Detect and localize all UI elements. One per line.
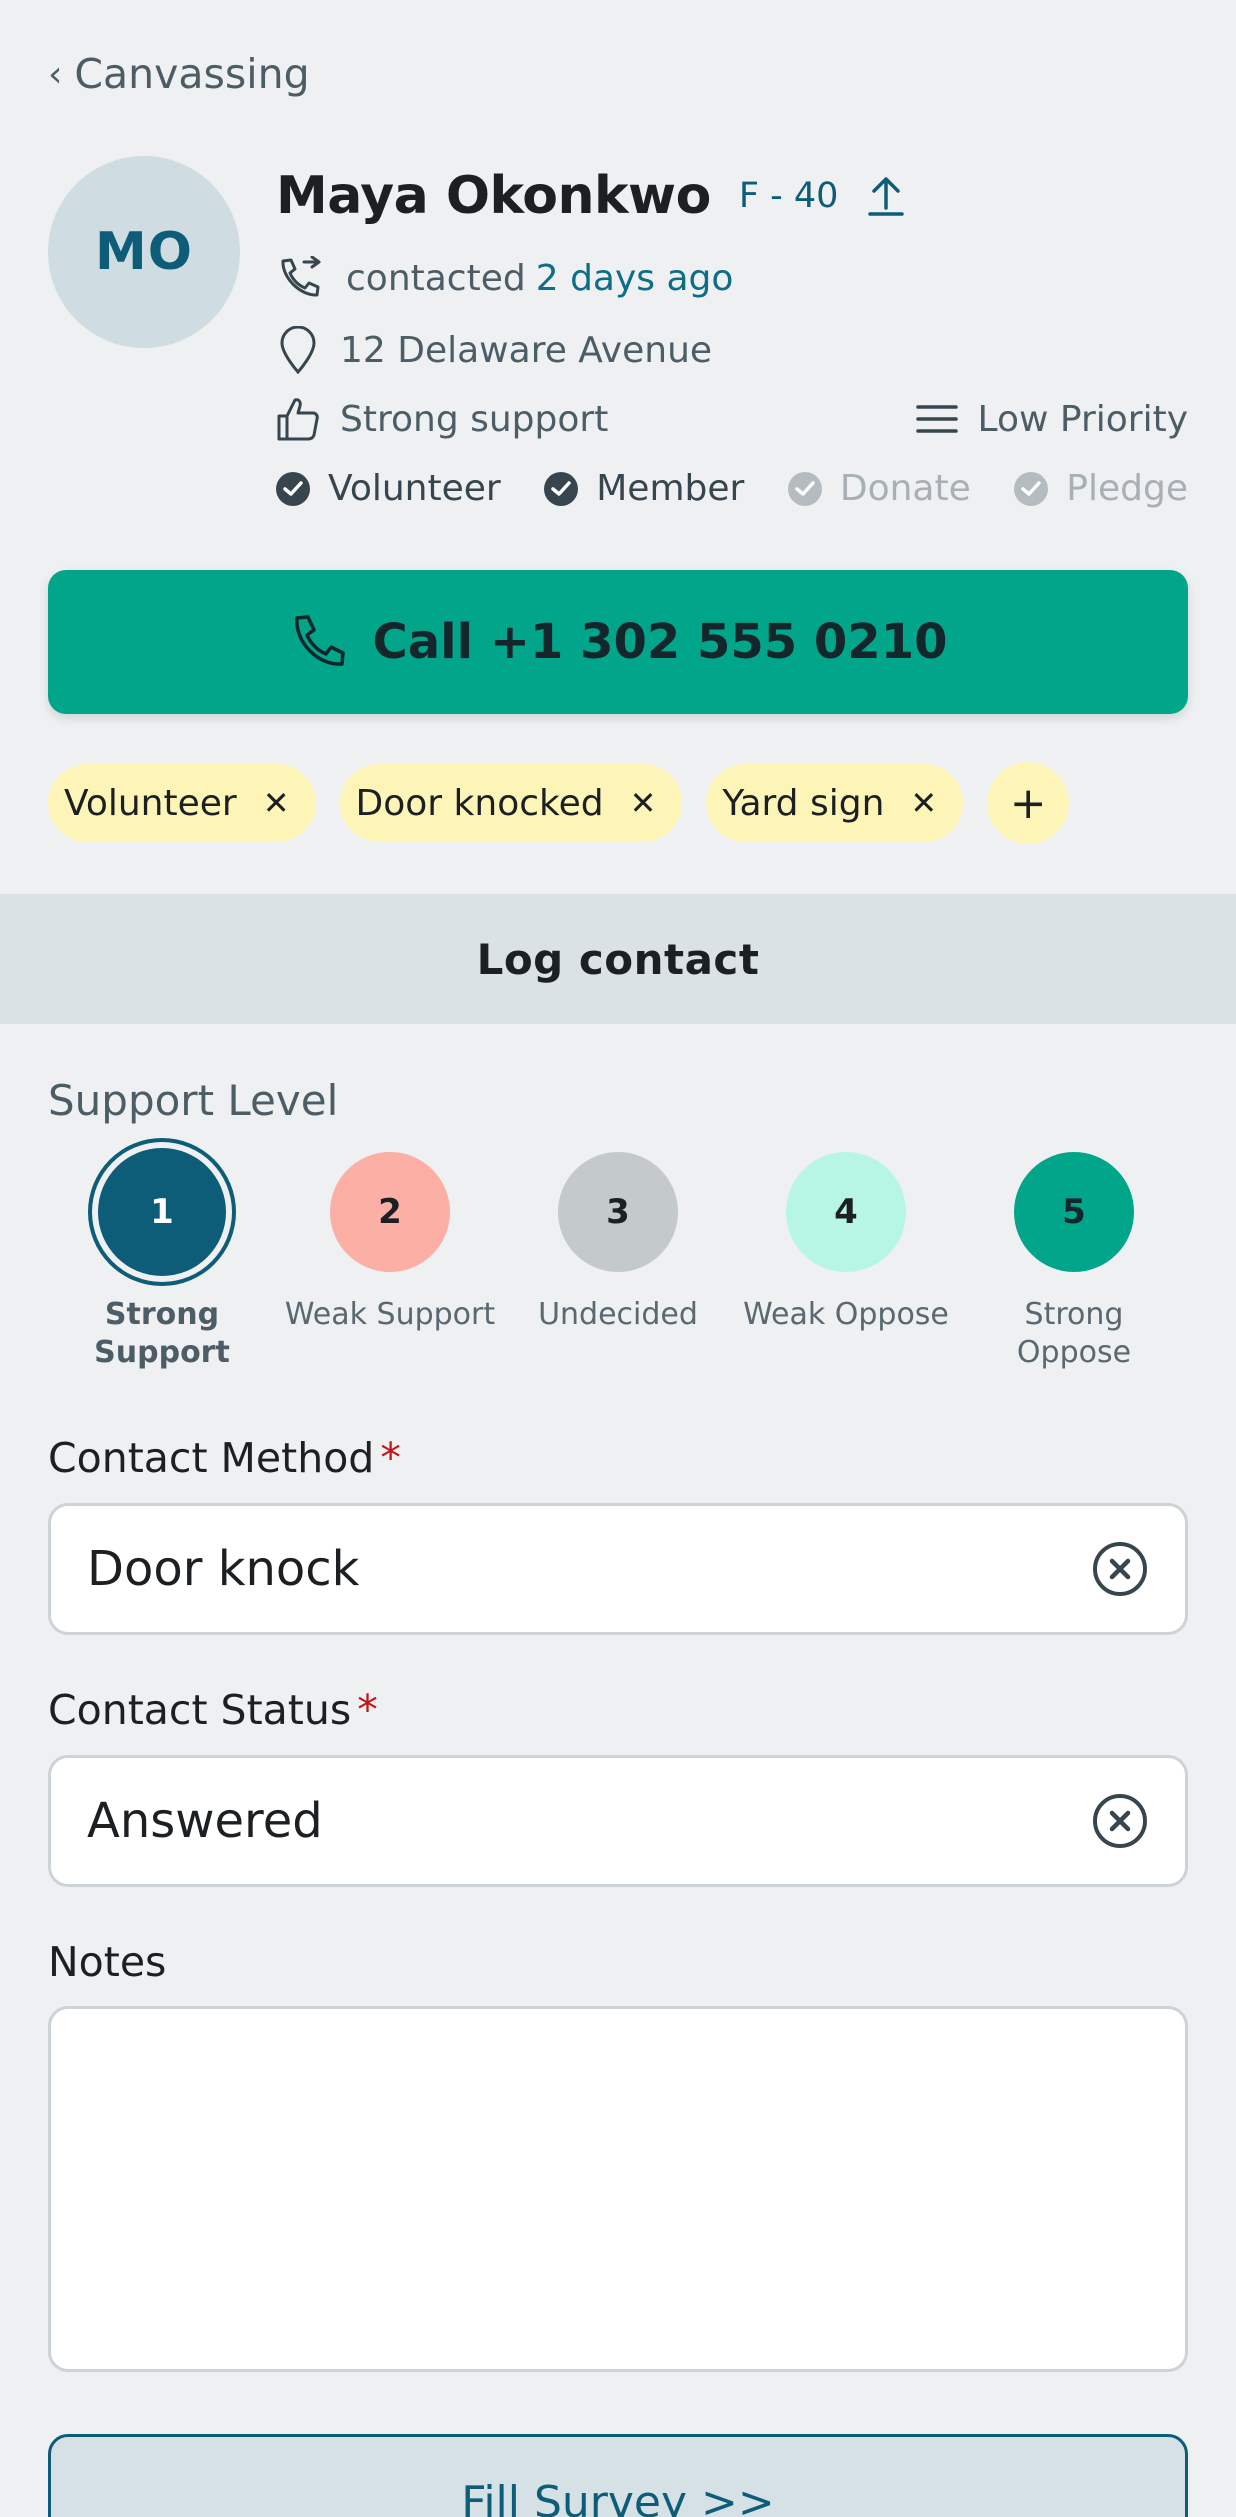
close-icon[interactable]: ✕: [263, 784, 290, 822]
level-circle: 5: [1014, 1152, 1134, 1272]
log-contact-header: Log contact: [0, 894, 1236, 1024]
tag-label: Yard sign: [722, 782, 885, 824]
contact-info: Maya Okonkwo F - 40 contacted 2 days ago…: [276, 160, 1188, 509]
contact-status-value: Answered: [87, 1793, 323, 1849]
chevron-left-icon: ‹: [48, 53, 63, 95]
support-level-3[interactable]: 3 Undecided: [504, 1148, 732, 1372]
clear-icon[interactable]: [1091, 1540, 1149, 1598]
flag-volunteer[interactable]: Volunteer: [276, 468, 501, 509]
tag-list: Volunteer ✕ Door knocked ✕ Yard sign ✕ +: [48, 762, 1093, 844]
tag-chip: Door knocked ✕: [339, 764, 683, 842]
level-circle: 4: [786, 1152, 906, 1272]
menu-lines-icon: [915, 405, 958, 433]
close-icon[interactable]: ✕: [630, 784, 657, 822]
notes-textarea[interactable]: [48, 2006, 1188, 2372]
contact-method-label-text: Contact Method: [48, 1434, 375, 1482]
support-status: Strong support: [276, 396, 608, 442]
contact-method-value: Door knock: [87, 1541, 360, 1597]
tag-chip: Yard sign ✕: [706, 764, 964, 842]
check-circle-icon: [787, 471, 822, 506]
gender-age: F - 40: [738, 176, 839, 216]
level-caption: Strong Oppose: [1016, 1297, 1132, 1370]
call-button[interactable]: Call +1 302 555 0210: [48, 570, 1188, 714]
avatar: MO: [48, 156, 240, 348]
contacted-prefix: contacted: [346, 257, 526, 299]
fill-survey-button[interactable]: Fill Survey >>: [48, 2434, 1188, 2517]
back-label: Canvassing: [74, 50, 310, 98]
support-level-2[interactable]: 2 Weak Support: [276, 1148, 504, 1372]
level-caption: Weak Oppose: [743, 1297, 949, 1332]
support-level-label: Support Level: [48, 1076, 339, 1125]
required-mark: *: [357, 1686, 378, 1734]
support-level-1[interactable]: 1 Strong Support: [48, 1148, 276, 1372]
support-level-5[interactable]: 5 Strong Oppose: [960, 1148, 1188, 1372]
level-caption: Strong Support: [94, 1297, 230, 1370]
tag-label: Door knocked: [355, 782, 604, 824]
call-button-label: Call +1 302 555 0210: [372, 614, 948, 670]
check-circle-icon: [276, 471, 310, 506]
level-caption: Undecided: [538, 1297, 698, 1332]
address: 12 Delaware Avenue: [340, 329, 713, 371]
flag-member[interactable]: Member: [544, 468, 744, 509]
contact-method-select[interactable]: Door knock: [48, 1503, 1188, 1635]
phone-icon: [294, 615, 345, 666]
flag-label: Pledge: [1066, 468, 1188, 509]
support-label: Strong support: [340, 398, 609, 440]
contacted-when: 2 days ago: [535, 257, 734, 299]
level-caption: Weak Support: [284, 1297, 496, 1332]
check-circle-icon: [1014, 471, 1049, 506]
contact-status-select[interactable]: Answered: [48, 1755, 1188, 1887]
contact-name: Maya Okonkwo: [276, 166, 711, 226]
level-circle: 3: [558, 1152, 678, 1272]
fill-survey-label: Fill Survey >>: [461, 2477, 775, 2517]
location-pin-icon: [280, 326, 316, 374]
flag-label: Volunteer: [328, 468, 501, 509]
canvass-contact-page: ‹ Canvassing MO Maya Okonkwo F - 40 cont…: [0, 0, 1236, 2517]
required-mark: *: [380, 1434, 401, 1482]
priority-label: Low Priority: [977, 398, 1188, 440]
contact-status-label: Contact Status *: [48, 1686, 378, 1734]
share-upload-icon[interactable]: [866, 174, 906, 218]
thumbs-up-icon: [277, 398, 319, 441]
add-tag-button[interactable]: +: [987, 762, 1070, 844]
clear-icon[interactable]: [1091, 1792, 1149, 1850]
contact-method-label: Contact Method *: [48, 1434, 401, 1482]
priority-status: Low Priority: [915, 398, 1188, 440]
close-icon[interactable]: ✕: [910, 784, 937, 822]
level-circle: 2: [330, 1152, 450, 1272]
flag-list: Volunteer Member Donate Pledge: [276, 468, 1188, 509]
flag-donate[interactable]: Donate: [787, 468, 971, 509]
support-level-4[interactable]: 4 Weak Oppose: [732, 1148, 960, 1372]
back-nav[interactable]: ‹ Canvassing: [48, 50, 310, 98]
flag-label: Donate: [839, 468, 971, 509]
notes-label: Notes: [48, 1938, 167, 1986]
contact-status-label-text: Contact Status: [48, 1686, 352, 1734]
tag-chip: Volunteer ✕: [48, 764, 316, 842]
level-circle: 1: [98, 1148, 226, 1276]
flag-pledge[interactable]: Pledge: [1014, 468, 1188, 509]
tag-label: Volunteer: [64, 782, 237, 824]
flag-label: Member: [596, 468, 745, 509]
check-circle-icon: [544, 471, 579, 506]
support-level-selector: 1 Strong Support 2 Weak Support 3 Undeci…: [48, 1148, 1188, 1372]
phone-history-icon: [281, 256, 321, 297]
